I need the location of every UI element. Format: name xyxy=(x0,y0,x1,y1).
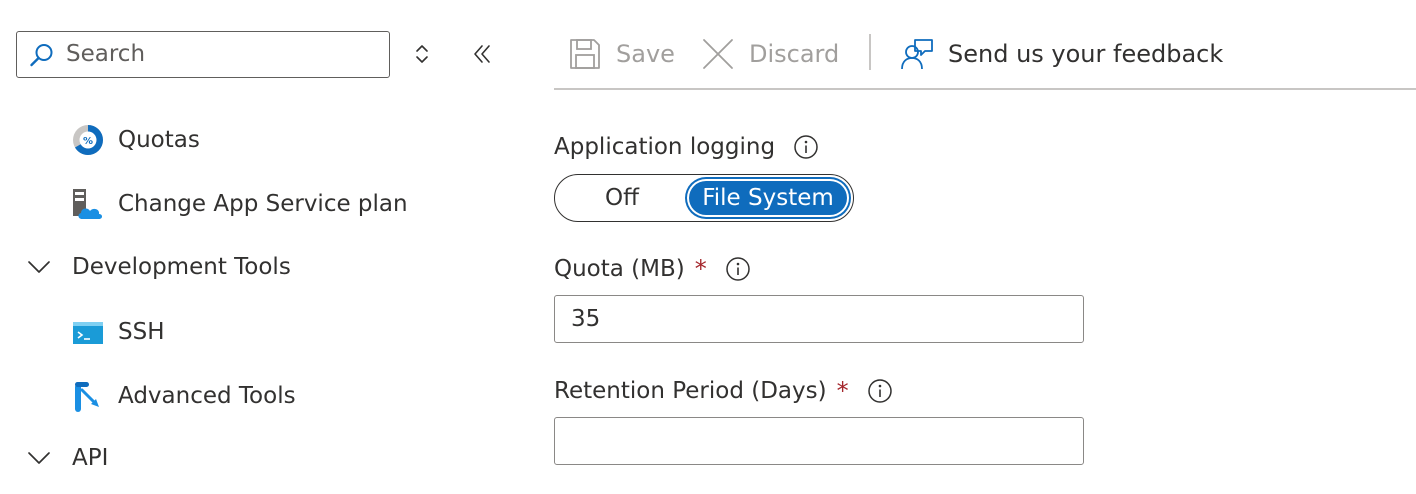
save-label: Save xyxy=(616,40,675,68)
sidebar-item-label: Advanced Tools xyxy=(118,383,296,409)
sidebar-item-ssh[interactable]: SSH xyxy=(70,310,165,354)
collapse-sidebar-icon[interactable] xyxy=(468,40,496,68)
sidebar-group-label: Development Tools xyxy=(72,254,291,280)
sidebar-item-label: Quotas xyxy=(118,127,200,153)
info-icon[interactable] xyxy=(867,378,893,404)
discard-label: Discard xyxy=(749,40,840,68)
application-logging-toggle[interactable]: Off File System xyxy=(554,174,854,222)
required-asterisk: * xyxy=(836,377,849,405)
feedback-label: Send us your feedback xyxy=(948,40,1224,68)
application-logging-field-label: Application logging xyxy=(554,134,819,160)
info-icon[interactable] xyxy=(725,256,751,282)
application-logging-label: Application logging xyxy=(554,134,776,160)
close-icon xyxy=(703,39,733,69)
quota-label: Quota (MB) xyxy=(554,256,685,282)
search-input[interactable] xyxy=(66,38,376,70)
quota-input[interactable] xyxy=(554,295,1084,343)
save-icon xyxy=(570,39,600,69)
save-button[interactable]: Save xyxy=(568,30,675,78)
app-service-plan-icon xyxy=(73,189,102,219)
discard-button[interactable]: Discard xyxy=(701,30,839,78)
info-icon[interactable] xyxy=(793,134,819,160)
quotas-icon: % xyxy=(73,125,103,155)
sidebar-item-quotas[interactable]: % Quotas xyxy=(70,118,200,162)
quota-field-label: Quota (MB) * xyxy=(554,255,751,283)
sidebar-item-label: Change App Service plan xyxy=(118,191,408,217)
retention-period-field-label: Retention Period (Days) * xyxy=(554,377,893,405)
logging-option-file-system[interactable]: File System xyxy=(687,179,849,217)
chevron-down-icon xyxy=(28,261,50,273)
sidebar-group-label: API xyxy=(72,445,109,471)
toolbar-bottom-border xyxy=(554,88,1416,90)
required-asterisk: * xyxy=(694,255,707,283)
sidebar-item-change-app-service-plan[interactable]: Change App Service plan xyxy=(70,182,408,226)
toolbar-divider xyxy=(869,34,871,70)
send-feedback-button[interactable]: Send us your feedback xyxy=(900,30,1223,78)
sidebar-item-advanced-tools[interactable]: Advanced Tools xyxy=(70,374,296,418)
search-box[interactable] xyxy=(16,31,390,78)
sidebar-group-development-tools[interactable]: Development Tools xyxy=(26,245,291,289)
logging-option-off[interactable]: Off xyxy=(569,179,675,217)
svg-text:%: % xyxy=(83,136,93,147)
chevron-down-icon xyxy=(28,452,50,464)
search-icon xyxy=(30,44,53,67)
feedback-icon xyxy=(901,39,933,70)
sidebar-item-label: SSH xyxy=(118,319,165,345)
advanced-tools-icon xyxy=(75,382,99,412)
sort-icon[interactable] xyxy=(410,40,434,68)
retention-period-label: Retention Period (Days) xyxy=(554,378,827,404)
sidebar-group-api[interactable]: API xyxy=(26,436,108,480)
retention-period-input[interactable] xyxy=(554,417,1084,465)
ssh-console-icon xyxy=(73,322,103,344)
